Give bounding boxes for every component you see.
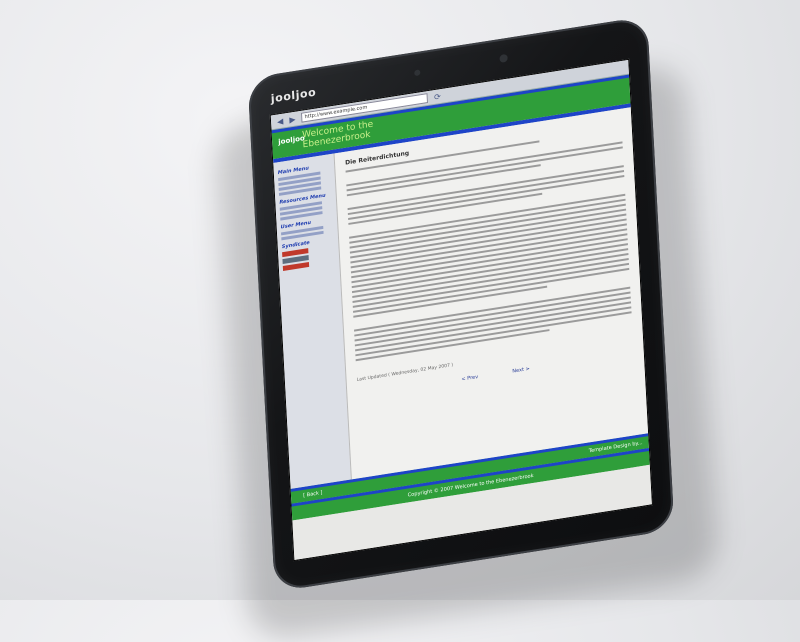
camera-lens — [499, 53, 508, 63]
forward-arrow-icon[interactable]: ▶ — [289, 114, 296, 124]
site-logo: jooljoo — [278, 134, 305, 147]
device-brand-logo: jooljoo — [270, 85, 317, 106]
back-arrow-icon[interactable]: ◀ — [277, 116, 284, 126]
back-link[interactable]: [ Back ] — [303, 490, 323, 499]
tablet-device: jooljoo ◀ ▶ http://www.example.com ⟳ joo… — [247, 16, 675, 592]
article-content: Die Reiterdichtung Last Updated (Wednes… — [333, 107, 649, 480]
prev-link[interactable]: < Prev — [461, 374, 478, 383]
reload-icon[interactable]: ⟳ — [434, 92, 441, 102]
tablet-screen: ◀ ▶ http://www.example.com ⟳ jooljoo Wel… — [269, 58, 653, 562]
next-link[interactable]: Next > — [512, 366, 530, 375]
camera-sensor — [414, 69, 421, 77]
page-layout: Main Menu Resources Menu User Menu Syndi… — [273, 107, 649, 489]
